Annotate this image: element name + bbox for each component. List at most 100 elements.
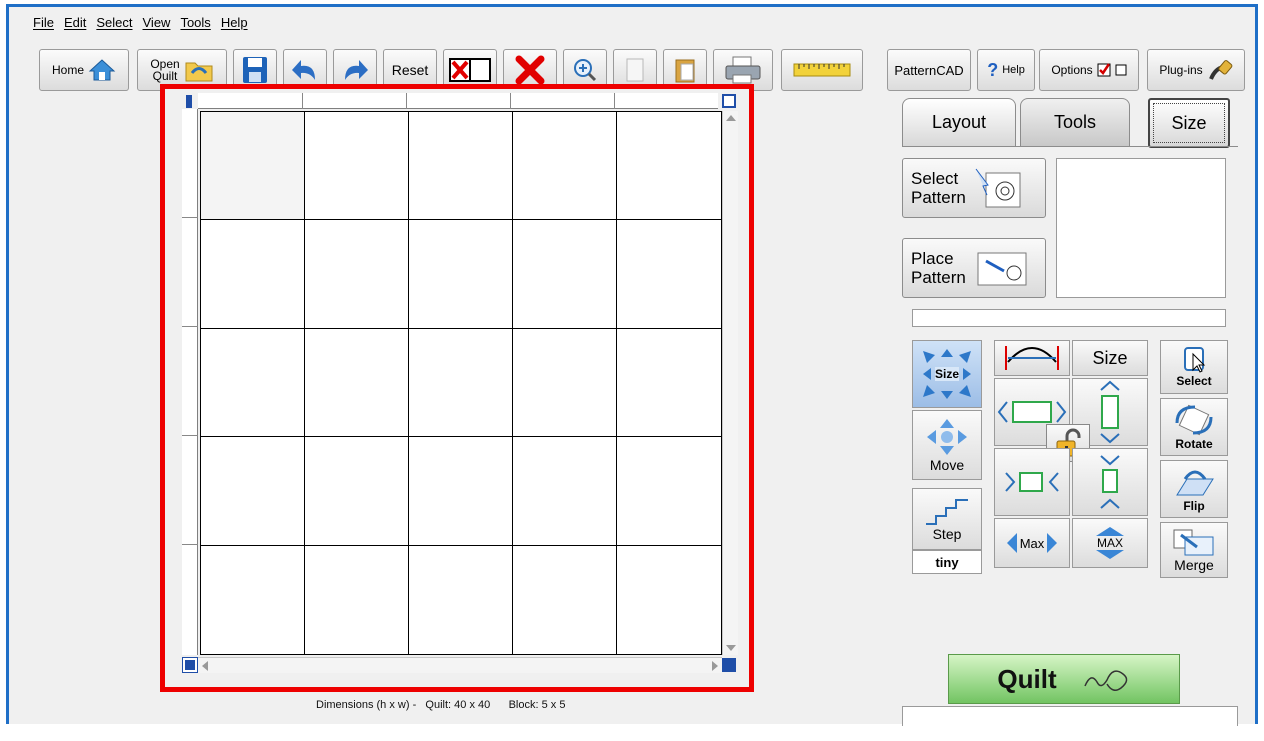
move-arrows-icon: [927, 419, 967, 455]
height-shrink-button[interactable]: [1072, 448, 1148, 516]
quilt-button[interactable]: Quilt: [948, 654, 1180, 704]
rotate-button[interactable]: Rotate: [1160, 398, 1228, 456]
quilt-block-cell[interactable]: [409, 220, 513, 329]
size-mode-label: Size: [934, 367, 959, 381]
arrow-up-icon: [1096, 527, 1124, 536]
scroll-down-icon[interactable]: [726, 645, 736, 651]
quilt-block-cell[interactable]: [201, 328, 305, 438]
select-pattern-label-2: Pattern: [911, 188, 966, 207]
clear-block-icon: [449, 58, 491, 82]
menu-edit[interactable]: Edit: [64, 15, 86, 30]
options-button[interactable]: Options: [1039, 49, 1139, 91]
step-button[interactable]: Step: [912, 488, 982, 550]
menu-bar: File Edit Select View Tools Help: [9, 7, 1255, 37]
select-pattern-button[interactable]: Select Pattern: [902, 158, 1046, 218]
flip-button[interactable]: Flip: [1160, 460, 1228, 518]
place-pattern-icon: [977, 252, 1027, 286]
quilt-block-cell[interactable]: [617, 545, 721, 654]
move-button[interactable]: Move: [912, 410, 982, 480]
quilt-canvas-highlight: [160, 84, 754, 692]
cursor-select-icon: [1184, 347, 1206, 373]
printer-icon: [725, 56, 761, 84]
stairs-icon: [926, 499, 968, 525]
plug-icon: [1208, 60, 1233, 80]
plugins-label: Plug-ins: [1159, 63, 1203, 77]
home-button[interactable]: Home: [39, 49, 129, 91]
quilt-block-cell[interactable]: [409, 545, 513, 654]
options-label: Options: [1051, 63, 1093, 77]
pattern-name-field[interactable]: [912, 309, 1226, 327]
quilt-status-field: [902, 706, 1238, 726]
max-height-button[interactable]: MAX: [1072, 518, 1148, 568]
menu-file[interactable]: File: [33, 15, 54, 30]
quilt-block-cell[interactable]: [513, 220, 617, 329]
scroll-up-icon[interactable]: [726, 115, 736, 121]
quilt-block-cell[interactable]: [201, 545, 305, 654]
curve-tool-button[interactable]: [994, 340, 1070, 376]
patterncad-button[interactable]: PatternCAD: [887, 49, 971, 91]
corner-top-right-icon[interactable]: [722, 94, 736, 108]
menu-view[interactable]: View: [143, 15, 171, 30]
checkbox-checked-icon: [1097, 63, 1111, 77]
quilt-label: Quilt: [997, 663, 1057, 694]
height-shrink-icon: [1100, 455, 1120, 509]
quilt-block-cell[interactable]: [305, 545, 409, 654]
quilt-block-cell[interactable]: [305, 112, 409, 221]
quilt-block-cell[interactable]: [201, 220, 305, 329]
quilt-block-cell[interactable]: [409, 328, 513, 438]
folder-open-icon: [185, 62, 213, 82]
top-ruler: [198, 93, 718, 109]
quilt-block-cell[interactable]: [201, 437, 305, 546]
quilt-block-cell[interactable]: [409, 437, 513, 546]
place-pattern-button[interactable]: Place Pattern: [902, 238, 1046, 298]
select-pattern-label-1: Select: [911, 169, 959, 188]
curve-icon: [1005, 346, 1059, 370]
quilt-block-cell[interactable]: [617, 328, 721, 438]
size-button-top[interactable]: Size: [1148, 98, 1230, 148]
select-pattern-icon: [975, 168, 1021, 208]
quilt-block-cell[interactable]: [513, 437, 617, 546]
quilt-block-cell[interactable]: [513, 112, 617, 221]
redo-icon: [345, 60, 368, 80]
plugins-button[interactable]: Plug-ins: [1147, 49, 1245, 91]
quilt-block-cell[interactable]: [201, 112, 305, 221]
vertical-scrollbar[interactable]: [722, 111, 738, 655]
horizontal-scrollbar[interactable]: [198, 657, 722, 673]
corner-bottom-left-icon[interactable]: [182, 657, 198, 673]
ruler-button[interactable]: [781, 49, 863, 91]
quilt-block-cell[interactable]: [305, 220, 409, 329]
tab-layout[interactable]: Layout: [902, 98, 1016, 146]
scroll-left-icon[interactable]: [202, 661, 208, 671]
merge-button[interactable]: Merge: [1160, 522, 1228, 578]
max-width-button[interactable]: Max: [994, 518, 1070, 568]
width-shrink-button[interactable]: [994, 448, 1070, 516]
quilt-block-cell[interactable]: [617, 437, 721, 546]
size-mode-button[interactable]: Size: [912, 340, 982, 408]
quilt-block-cell[interactable]: [617, 112, 721, 221]
status-bar: Dimensions (h x w) - Quilt: 40 x 40 Bloc…: [316, 699, 565, 711]
menu-help[interactable]: Help: [221, 15, 248, 30]
help-button[interactable]: ? Help: [977, 49, 1035, 91]
quilt-block-cell[interactable]: [409, 112, 513, 221]
scroll-right-icon[interactable]: [712, 661, 718, 671]
corner-bottom-right-icon[interactable]: [722, 658, 736, 672]
pattern-preview: [1056, 158, 1226, 298]
flip-label: Flip: [1183, 499, 1205, 513]
block-dimensions: Block: 5 x 5: [508, 699, 566, 711]
select-tool-button[interactable]: Select: [1160, 340, 1228, 394]
quilt-block-cell[interactable]: [513, 328, 617, 438]
quilt-block-cell[interactable]: [617, 220, 721, 329]
tab-tools[interactable]: Tools: [1020, 98, 1130, 146]
quilt-block-cell[interactable]: [305, 328, 409, 438]
dimensions-label: Dimensions (h x w) -: [316, 699, 417, 711]
place-pattern-label-2: Pattern: [911, 268, 966, 287]
select-tool-label: Select: [1176, 374, 1212, 388]
undo-icon: [292, 60, 315, 80]
menu-tools[interactable]: Tools: [180, 15, 210, 30]
step-size-value[interactable]: tiny: [912, 550, 982, 574]
quilt-block-cell[interactable]: [513, 545, 617, 654]
quilt-block-cell[interactable]: [305, 437, 409, 546]
size-button[interactable]: Size: [1072, 340, 1148, 376]
menu-select[interactable]: Select: [96, 15, 132, 30]
quilt-block-grid[interactable]: [200, 111, 722, 655]
